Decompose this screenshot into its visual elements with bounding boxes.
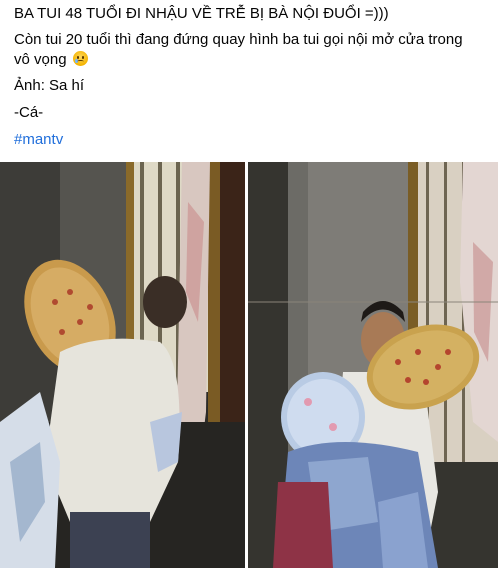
crying-face-emoji-icon	[72, 51, 88, 66]
post-body-line-continued: vô vọng	[14, 50, 88, 70]
post-headline: BA TUI 48 TUỔI ĐI NHẬU VỀ TRỄ BỊ BÀ NỘI …	[14, 5, 389, 22]
photo-credit: Ảnh: Sa hí	[14, 77, 85, 94]
hashtag-link[interactable]: #mantv	[14, 130, 63, 150]
post-signature: -Cá-	[14, 104, 44, 121]
post-body-text: vô vọng	[14, 51, 67, 68]
post-body-line: Còn tui 20 tuổi thì đang đứng quay hình …	[14, 31, 463, 48]
photo-grid	[0, 162, 498, 568]
photo-left[interactable]	[0, 162, 245, 568]
photo-right-image	[248, 162, 498, 568]
photo-left-image	[0, 162, 245, 568]
photo-right[interactable]	[248, 162, 498, 568]
facebook-post: BA TUI 48 TUỔI ĐI NHẬU VỀ TRỄ BỊ BÀ NỘI …	[0, 0, 498, 568]
